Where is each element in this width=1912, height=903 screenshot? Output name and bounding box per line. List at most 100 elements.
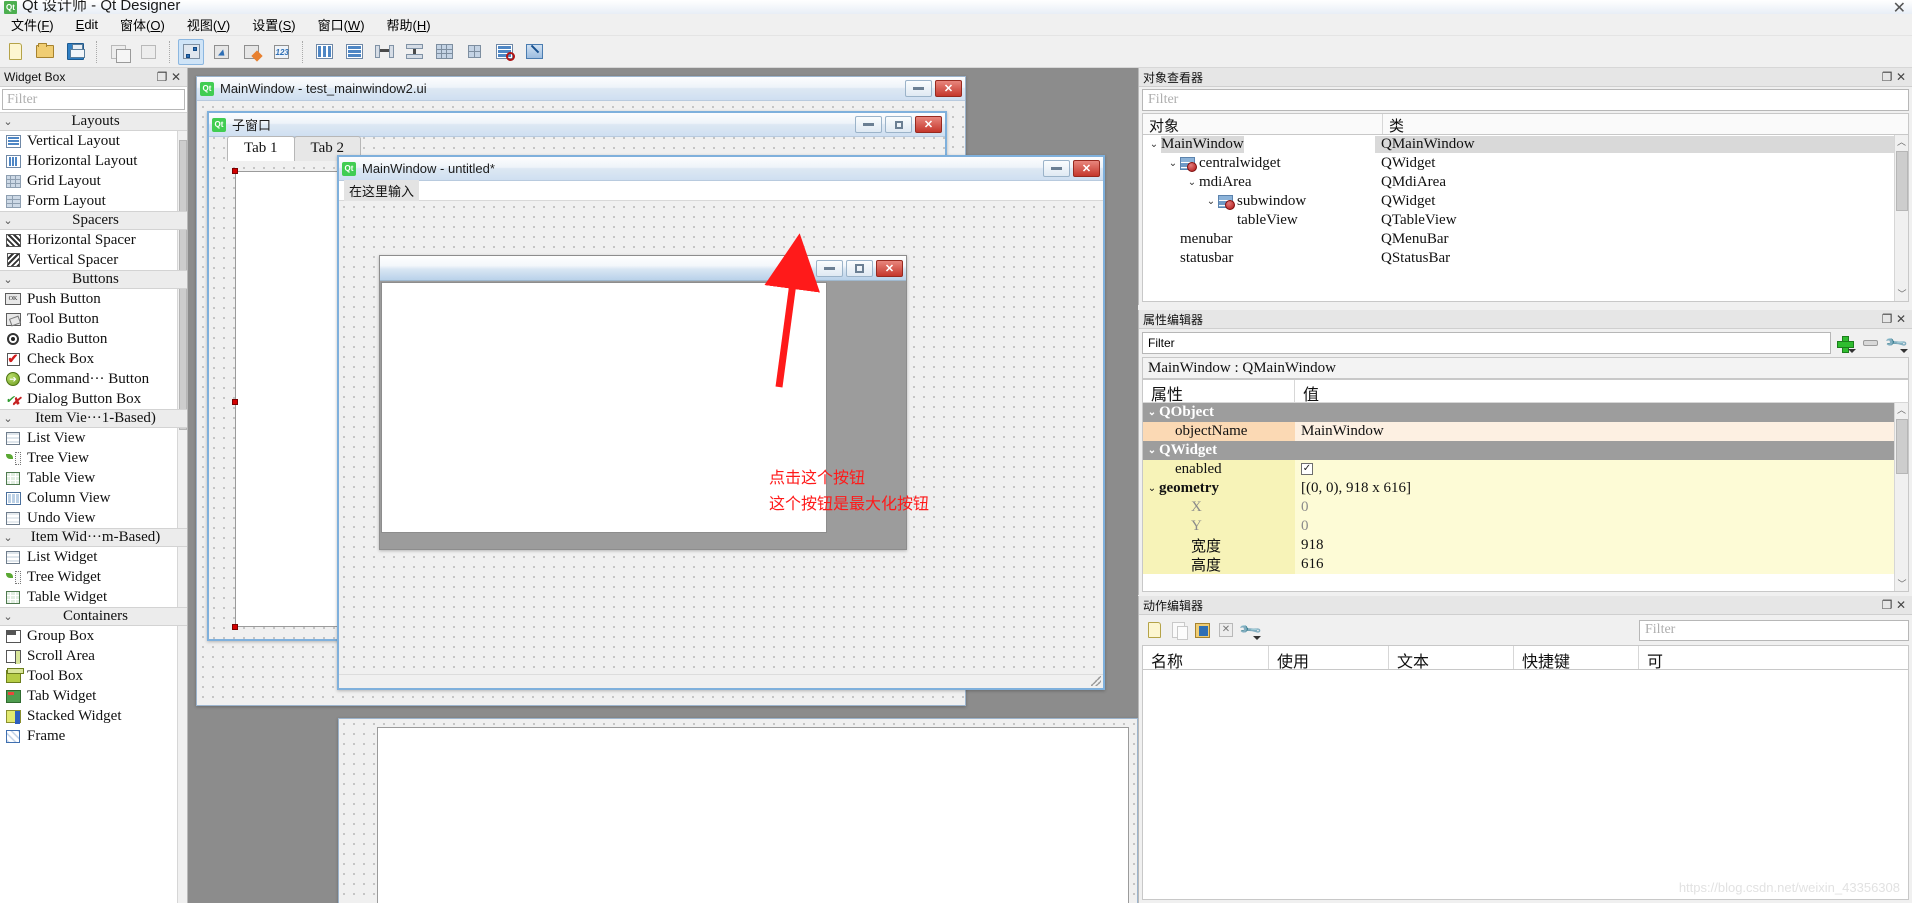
object-inspector-filter-input[interactable]: Filter [1142,89,1909,111]
action-column-header-0[interactable]: 名称 [1143,646,1269,671]
layout-form-icon[interactable] [461,39,487,65]
object-row-menubar[interactable]: menubar QMenuBar [1143,230,1908,249]
widget-box-group-5[interactable]: ⌄ Containers [0,607,187,626]
menu-item-2[interactable]: 窗体(O) [109,13,176,36]
action-column-header-3[interactable]: 快捷键 [1514,646,1639,671]
object-row-mdiArea[interactable]: ⌄ mdiArea QMdiArea [1143,173,1908,192]
remove-property-icon[interactable] [1857,332,1883,354]
object-row-MainWindow[interactable]: ⌄ MainWindow QMainWindow [1143,135,1908,154]
scroll-up-icon[interactable]: ︿ [1895,403,1908,417]
scroll-down-icon[interactable]: ﹀ [1895,577,1908,591]
widget-box-item[interactable]: Tool Button [0,309,187,329]
form-window-test-mainwindow2[interactable]: Qt MainWindow - test_mainwindow2.ui ✕ Qt… [196,76,1105,706]
widget-box-item[interactable]: Grid Layout [0,171,187,191]
menu-item-3[interactable]: 视图(V) [176,13,241,36]
widget-box-item[interactable]: Table View [0,468,187,488]
widget-box-group-4[interactable]: ⌄ Item Wid···m-Based) [0,528,187,547]
chevron-down-icon[interactable]: ⌄ [1166,158,1180,169]
property-value[interactable] [1295,440,1908,460]
property-row-宽度[interactable]: 宽度 918 [1143,535,1908,555]
new-form-icon[interactable] [2,39,28,65]
widget-box-item[interactable]: Tree Widget [0,567,187,587]
deep-subwindow-body[interactable] [381,282,827,533]
object-inspector-scrollbar[interactable]: ︿ ﹀ [1894,135,1908,301]
object-row-subwindow[interactable]: ⌄ subwindow QWidget [1143,192,1908,211]
widget-box-item[interactable]: Radio Button [0,329,187,349]
widget-box-group-1[interactable]: ⌄ Spacers [0,211,187,230]
widget-box-item[interactable]: Vertical Spacer [0,250,187,270]
menu-item-5[interactable]: 窗口(W) [307,13,376,36]
chevron-down-icon[interactable]: ⌄ [1185,177,1199,188]
property-value[interactable]: 0 [1295,516,1908,536]
inner-minimize-button[interactable] [1043,160,1070,177]
property-value[interactable] [1295,403,1908,422]
edit-buddies-icon[interactable] [238,39,264,65]
inner-window-title-bar[interactable]: Qt MainWindow - untitled* ✕ [339,157,1103,181]
delete-action-icon[interactable]: ✕ [1214,619,1238,641]
enabled-checkbox[interactable]: ✓ [1301,463,1313,475]
edit-widgets-icon[interactable] [178,38,204,65]
widget-box-item[interactable]: ➔ Command··· Button [0,369,187,389]
property-value[interactable]: ✓ [1295,459,1908,479]
deep-maximize-button[interactable] [846,259,873,277]
action-editor-float-icon[interactable]: ❐ [1880,598,1894,612]
new-action-icon[interactable] [1142,619,1166,641]
action-column-header-4[interactable]: 可 [1639,646,1908,671]
chevron-down-icon[interactable]: ⌄ [1204,196,1218,207]
subwindow-minimize-button[interactable] [855,116,882,133]
property-row-enabled[interactable]: enabled ✓ [1143,459,1908,479]
object-row-statusbar[interactable]: statusbar QStatusBar [1143,249,1908,268]
widget-box-item[interactable]: List Widget [0,547,187,567]
property-editor-close-icon[interactable]: ✕ [1894,312,1908,326]
chevron-down-icon[interactable]: ⌄ [1147,139,1161,150]
bottom-partial-window[interactable] [338,718,1138,903]
edit-signals-slots-icon[interactable] [208,39,234,65]
form-close-button[interactable]: ✕ [935,80,962,97]
inner-close-button[interactable]: ✕ [1073,160,1100,177]
widget-box-item[interactable]: Frame [0,726,187,746]
mdi-workspace[interactable]: Qt MainWindow - test_mainwindow2.ui ✕ Qt… [188,68,1138,903]
object-inspector-tree[interactable]: ⌄ MainWindow QMainWindow ⌄ centralwidget QWid… [1142,135,1909,302]
save-form-icon[interactable] [62,39,88,65]
bottom-window-body[interactable] [377,727,1129,903]
edit-action-icon[interactable] [1190,619,1214,641]
widget-box-float-icon[interactable]: ❐ [155,70,169,84]
property-editor-table[interactable]: ⌄ QObject objectName MainWindow ⌄ QWidget enab… [1142,403,1909,592]
widget-box-item[interactable]: Column View [0,488,187,508]
copy-icon[interactable] [105,39,131,65]
property-editor-filter-input[interactable]: Filter [1142,332,1831,354]
object-row-centralwidget[interactable]: ⌄ centralwidget QWidget [1143,154,1908,173]
widget-box-item[interactable]: Undo View [0,508,187,528]
widget-box-item[interactable]: Vertical Layout [0,131,187,151]
chevron-down-icon[interactable]: ⌄ [1145,483,1159,494]
inner-canvas[interactable]: ✕ 点击这个按钮 这个按钮是最大化按钮 [339,202,1103,688]
window-close-icon[interactable]: ✕ [1893,0,1906,14]
tab-1[interactable]: Tab 1 [227,136,295,161]
property-row-X[interactable]: X0 [1143,497,1908,517]
layout-horizontally-icon[interactable] [311,39,337,65]
layout-grid-icon[interactable] [431,39,457,65]
deep-subwindow-title-bar[interactable]: ✕ [380,256,906,281]
open-form-icon[interactable] [32,39,58,65]
layout-splitter-v-icon[interactable] [401,39,427,65]
widget-box-item[interactable]: ✔ ✘ Dialog Button Box [0,389,187,409]
action-editor-filter-input[interactable]: Filter [1639,619,1909,641]
widget-box-item[interactable]: OK Push Button [0,289,187,309]
action-column-header-1[interactable]: 使用 [1269,646,1389,671]
widget-box-item[interactable]: Stacked Widget [0,706,187,726]
deep-minimize-button[interactable] [816,259,843,277]
form-window-title-bar[interactable]: Qt MainWindow - test_mainwindow2.ui ✕ [197,77,965,101]
resize-handle-topleft[interactable] [232,168,238,174]
subwindow-title-bar[interactable]: Qt 子窗口 ✕ [209,113,945,137]
widget-box-item[interactable]: Tool Box [0,666,187,686]
resize-handle-bottomleft[interactable] [232,624,238,630]
menu-item-6[interactable]: 帮助(H) [376,13,442,36]
property-row-QObject[interactable]: ⌄ QObject [1143,403,1908,422]
widget-box-item[interactable]: Tree View [0,448,187,468]
widget-box-item[interactable]: Tab Widget [0,686,187,706]
object-inspector-close-icon[interactable]: ✕ [1894,70,1908,84]
property-row-Y[interactable]: Y0 [1143,516,1908,536]
configure-action-icon[interactable]: 🔧 [1238,618,1263,643]
property-editor-float-icon[interactable]: ❐ [1880,312,1894,326]
scroll-down-icon[interactable]: ﹀ [1895,287,1908,301]
